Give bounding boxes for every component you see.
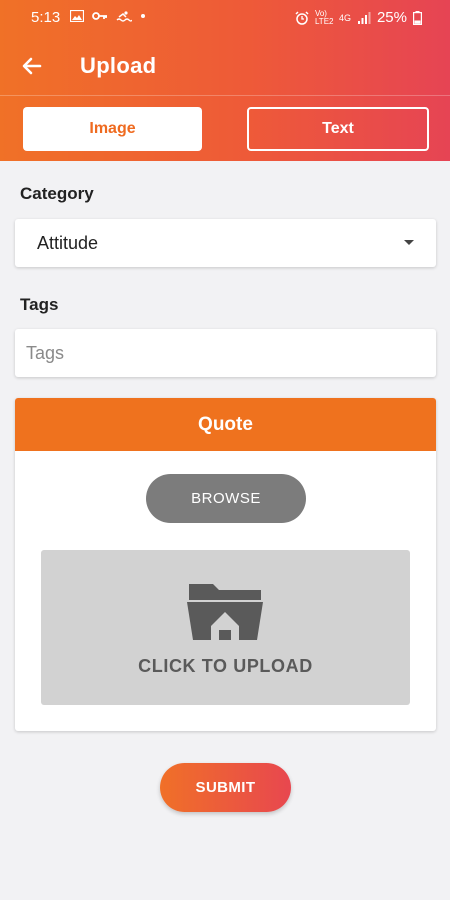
swim-icon (116, 11, 132, 22)
battery-percent: 25% (376, 9, 407, 26)
tab-image[interactable]: Image (23, 107, 202, 151)
tags-label: Tags (20, 295, 59, 314)
browse-button[interactable]: BROWSE (146, 474, 306, 523)
page-title: Upload (80, 53, 157, 78)
app-bar: Upload (0, 36, 450, 96)
folder-upload-icon (187, 584, 263, 640)
arrow-left-icon (22, 57, 42, 75)
quote-card: Quote BROWSE CLICK TO UPLOAD (15, 398, 436, 731)
tags-input[interactable] (15, 329, 436, 377)
image-icon (70, 10, 84, 22)
status-left-icons (70, 10, 146, 22)
status-right-icons: Vo) LTE2 4G 25% (295, 9, 422, 26)
status-bar: 5:13 Vo) LTE2 4G 25% (0, 0, 450, 36)
battery-icon (413, 10, 422, 25)
dot-icon (141, 14, 145, 18)
alarm-icon (295, 10, 309, 25)
tab-text[interactable]: Text (247, 107, 429, 151)
key-icon (92, 12, 107, 20)
upload-area[interactable]: CLICK TO UPLOAD (41, 550, 410, 705)
tags-field-container (15, 329, 436, 377)
dropdown-arrow-icon (404, 240, 414, 245)
4g-icon: 4G (338, 12, 351, 23)
upload-label: CLICK TO UPLOAD (138, 656, 313, 676)
category-label: Category (20, 184, 94, 203)
category-select[interactable]: Attitude (15, 219, 436, 267)
back-button[interactable] (16, 51, 48, 81)
card-header: Quote (15, 398, 436, 451)
category-value: Attitude (37, 233, 99, 253)
status-time: 5:13 (31, 9, 61, 26)
submit-button[interactable]: SUBMIT (160, 763, 291, 812)
signal-icon (357, 11, 371, 24)
volte-icon: Vo) LTE2 (314, 8, 334, 26)
